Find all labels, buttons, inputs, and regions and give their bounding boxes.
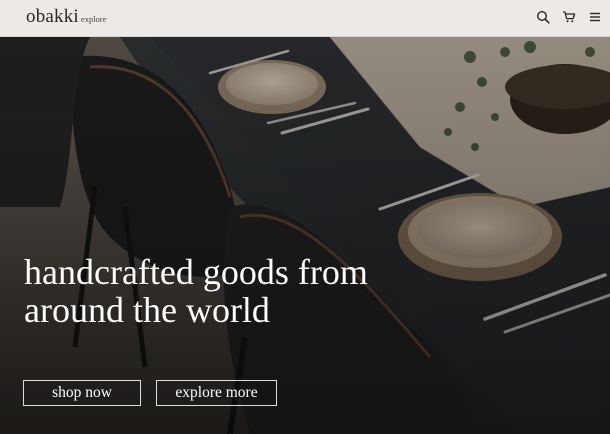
shop-now-button[interactable]: shop now <box>23 380 141 406</box>
search-icon[interactable] <box>536 10 550 24</box>
brand-name: obakki <box>26 6 79 27</box>
cart-icon[interactable] <box>562 10 576 24</box>
brand-logo[interactable]: obakki explore <box>26 6 106 28</box>
menu-icon[interactable] <box>588 10 602 24</box>
site-header: obakki explore <box>0 0 610 37</box>
explore-more-button[interactable]: explore more <box>156 380 277 406</box>
hero-headline-line1: handcrafted goods from <box>24 252 368 292</box>
brand-subtitle: explore <box>80 14 107 24</box>
header-actions <box>536 10 602 24</box>
hero-banner: handcrafted goods from around the world … <box>0 37 610 434</box>
hero-photo <box>0 37 610 434</box>
hero-headline-line2: around the world <box>24 290 270 330</box>
hero-headline: handcrafted goods from around the world <box>24 253 444 329</box>
